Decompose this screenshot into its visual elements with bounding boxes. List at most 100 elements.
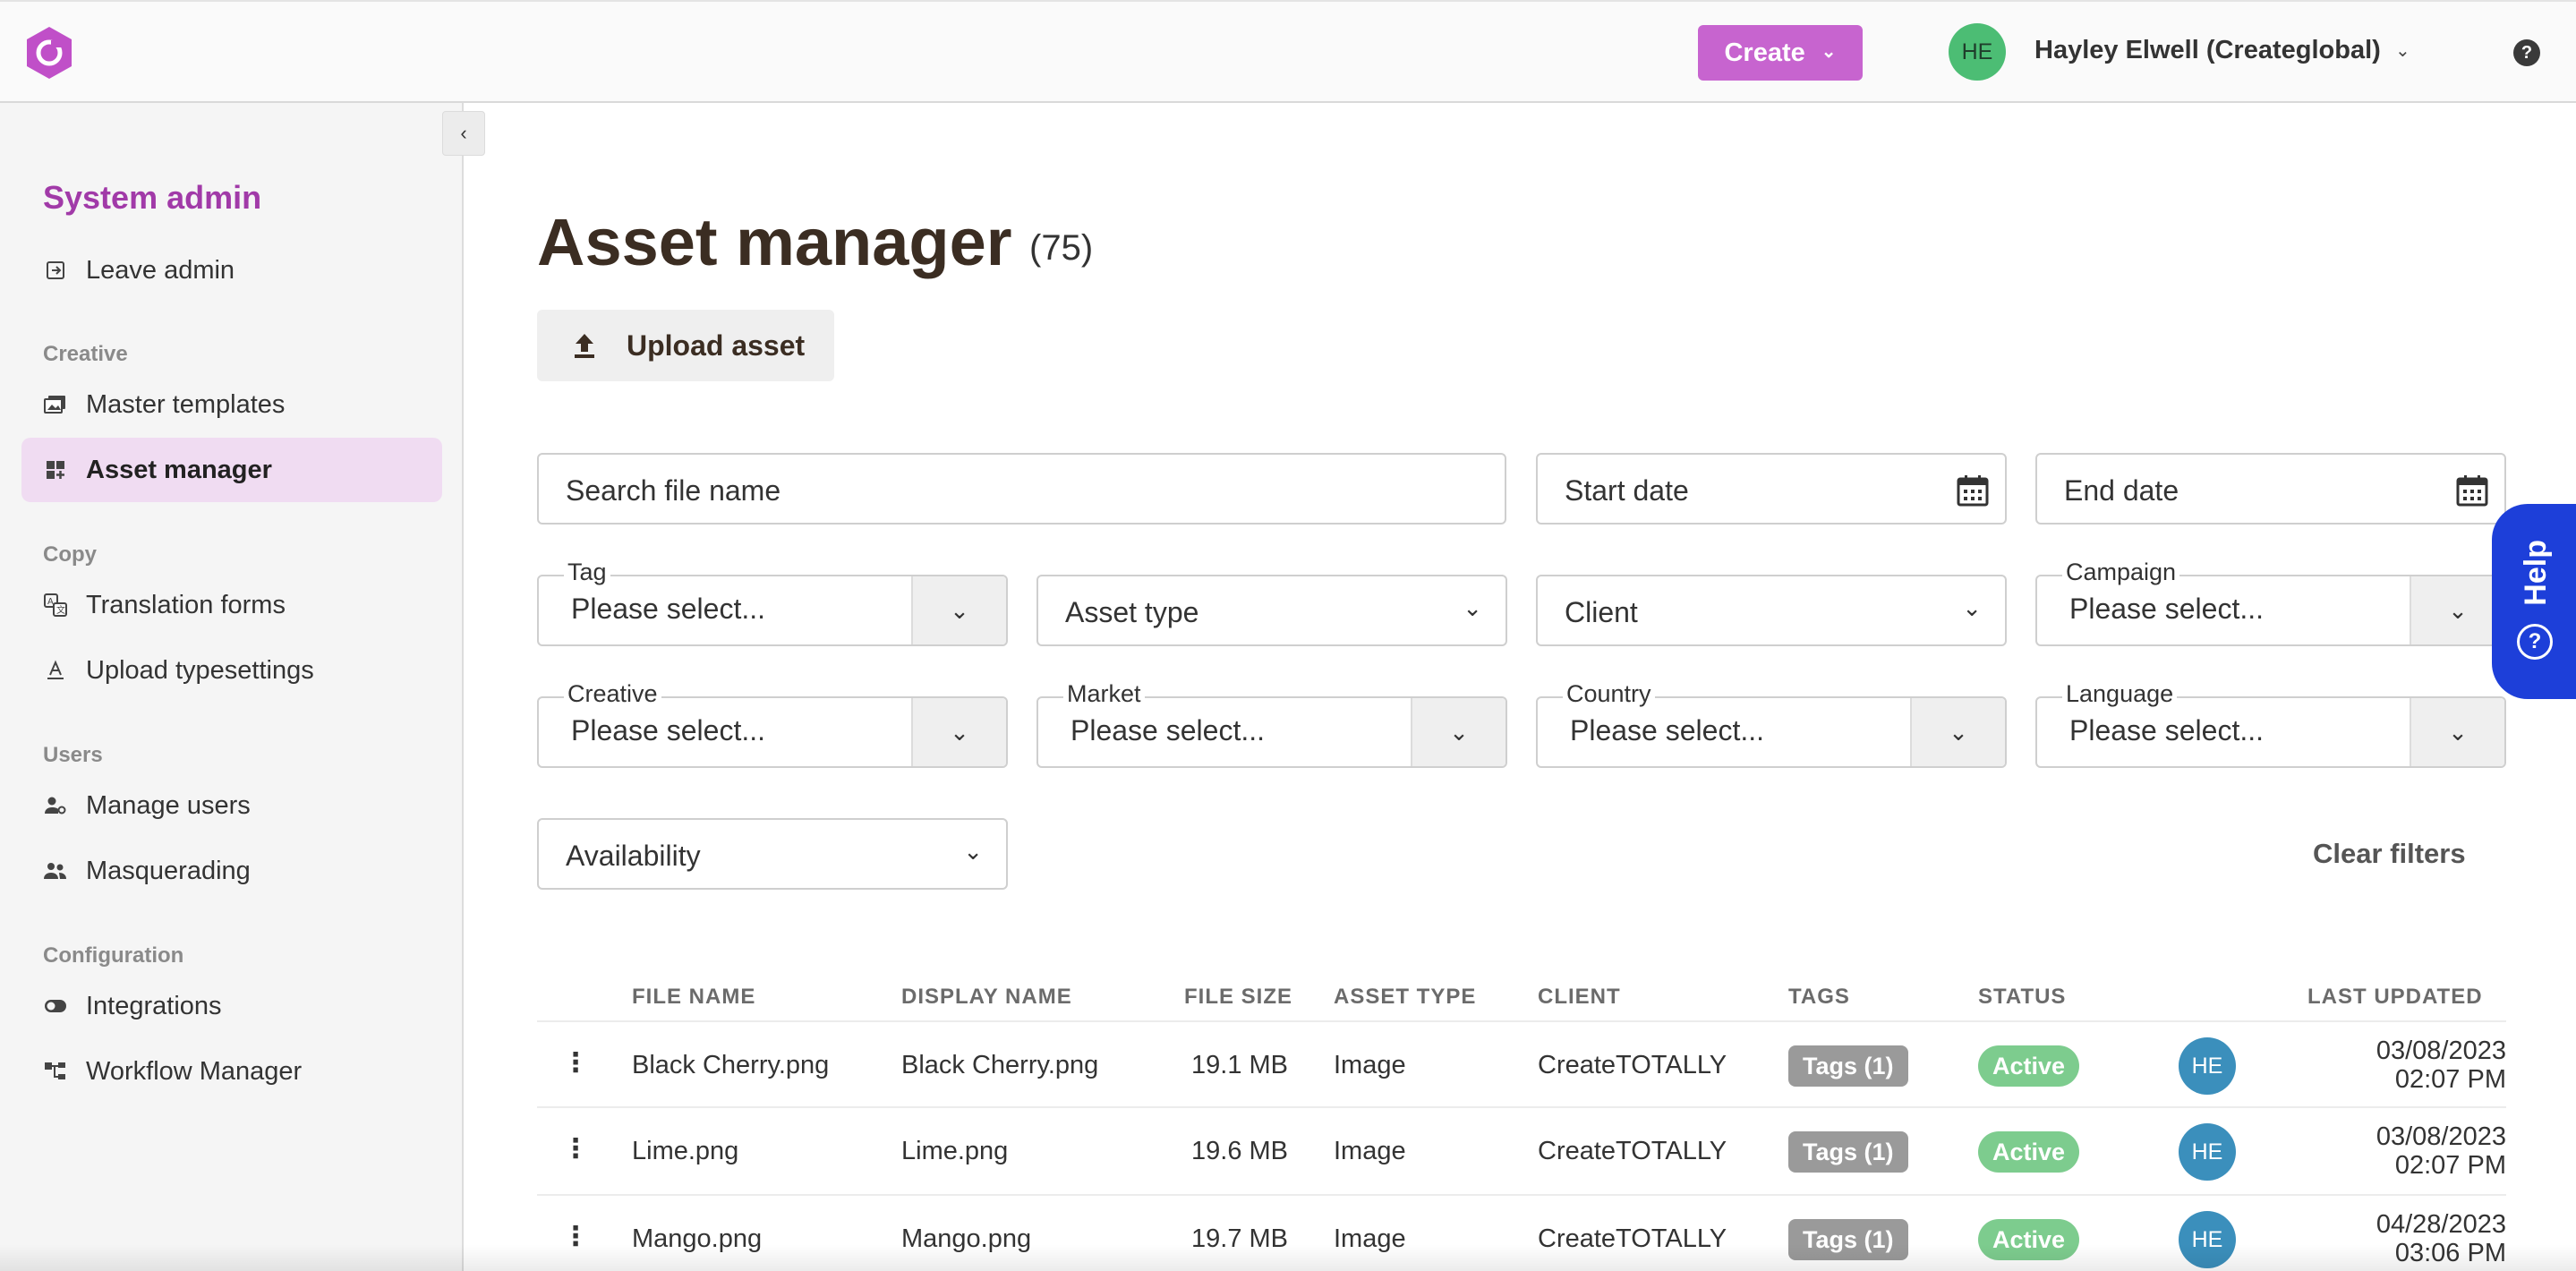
app-logo-icon[interactable] bbox=[21, 25, 77, 81]
tag-label: Tag bbox=[564, 559, 610, 586]
column-header-last-updated[interactable]: LAST UPDATED bbox=[2307, 985, 2483, 1010]
help-question-icon[interactable]: ? bbox=[2513, 39, 2540, 66]
sidebar-item-label: Upload typesettings bbox=[86, 655, 314, 685]
user-name[interactable]: Hayley Elwell (Createglobal) bbox=[2034, 36, 2381, 65]
availability-value: Availability bbox=[566, 840, 701, 872]
exit-icon bbox=[43, 258, 68, 283]
client: CreateTOTALLY bbox=[1538, 1051, 1727, 1079]
sidebar-item-label: Asset manager bbox=[86, 455, 272, 484]
last-updated-time: 02:07 PM bbox=[2394, 1065, 2506, 1094]
chevron-down-icon: ⌄ bbox=[963, 838, 983, 865]
file-name: Black Cherry.png bbox=[632, 1051, 830, 1079]
sidebar-item-master-templates[interactable]: Master templates bbox=[21, 372, 442, 437]
sidebar-item-integrations[interactable]: Integrations bbox=[21, 974, 442, 1038]
chevron-down-icon[interactable]: ⌄ bbox=[2410, 698, 2504, 766]
sidebar-item-workflow-manager[interactable]: Workflow Manager bbox=[21, 1039, 442, 1104]
user-avatar[interactable]: HE bbox=[1949, 23, 2006, 81]
tag-select[interactable]: Tag Please select... ⌄ bbox=[537, 559, 1008, 646]
column-header-file-name[interactable]: FILE NAME bbox=[632, 985, 755, 1010]
chevron-down-icon: ⌄ bbox=[1962, 594, 1982, 621]
creative-select-value: Please select... bbox=[571, 714, 765, 746]
chevron-down-icon: ⌄ bbox=[1821, 41, 1837, 62]
end-date-input[interactable]: End date bbox=[2035, 453, 2506, 525]
sidebar-item-label: Integrations bbox=[86, 991, 222, 1020]
images-icon bbox=[43, 392, 68, 417]
calendar-icon[interactable] bbox=[2454, 473, 2490, 508]
avatar: HE bbox=[2179, 1123, 2236, 1181]
client-value: Client bbox=[1565, 596, 1638, 628]
create-button[interactable]: Create ⌄ bbox=[1698, 25, 1863, 81]
asset-type-value: Asset type bbox=[1065, 596, 1199, 628]
start-date-input[interactable]: Start date bbox=[1536, 453, 2007, 525]
language-select[interactable]: Language Please select... ⌄ bbox=[2035, 680, 2506, 768]
top-bar: Create ⌄ HE Hayley Elwell (Createglobal)… bbox=[0, 0, 2576, 103]
tag-select-value: Please select... bbox=[571, 593, 765, 625]
display-name: Lime.png bbox=[901, 1137, 1009, 1165]
creative-select[interactable]: Creative Please select... ⌄ bbox=[537, 680, 1008, 768]
column-header-display-name[interactable]: DISPLAY NAME bbox=[901, 985, 1072, 1010]
svg-text:A: A bbox=[47, 597, 54, 607]
chevron-down-icon[interactable]: ⌄ bbox=[911, 698, 1006, 766]
sidebar-item-manage-users[interactable]: Manage users bbox=[21, 773, 442, 838]
sidebar-item-label: Masquerading bbox=[86, 856, 251, 885]
page-title: Asset manager bbox=[537, 205, 1012, 279]
market-select-value: Please select... bbox=[1070, 714, 1265, 746]
campaign-label: Campaign bbox=[2062, 559, 2180, 586]
sidebar-item-label: Translation forms bbox=[86, 590, 286, 619]
search-file-name-input[interactable]: Search file name bbox=[537, 453, 1506, 525]
column-header-tags[interactable]: TAGS bbox=[1788, 985, 1850, 1010]
sidebar-item-upload-typesettings[interactable]: Upload typesettings bbox=[21, 638, 442, 703]
chevron-down-icon[interactable]: ⌄ bbox=[911, 576, 1006, 644]
tags-badge[interactable]: Tags (1) bbox=[1788, 1045, 1908, 1087]
help-tab[interactable]: Help ? bbox=[2492, 504, 2576, 699]
country-select[interactable]: Country Please select... ⌄ bbox=[1536, 680, 2007, 768]
chevron-down-icon[interactable]: ⌄ bbox=[2410, 576, 2504, 644]
chevron-down-icon[interactable]: ⌄ bbox=[1411, 698, 1506, 766]
help-question-icon: ? bbox=[2517, 624, 2553, 660]
sidebar-item-leave-admin[interactable]: Leave admin bbox=[21, 238, 442, 303]
availability-select[interactable]: Availability ⌄ bbox=[537, 818, 1008, 890]
status-badge: Active bbox=[1978, 1131, 2080, 1173]
sidebar-item-translation-forms[interactable]: A文 Translation forms bbox=[21, 573, 442, 637]
manage-accounts-icon bbox=[43, 793, 68, 818]
more-vert-icon[interactable]: ⋮ bbox=[562, 1133, 589, 1164]
sidebar-item-label: Leave admin bbox=[86, 255, 235, 285]
file-size: 19.6 MB bbox=[1191, 1137, 1288, 1165]
text-format-icon bbox=[43, 658, 68, 683]
sidebar-item-masquerading[interactable]: Masquerading bbox=[21, 839, 442, 903]
svg-text:文: 文 bbox=[56, 604, 65, 616]
country-select-value: Please select... bbox=[1570, 714, 1764, 746]
campaign-select-value: Please select... bbox=[2069, 593, 2264, 625]
search-placeholder: Search file name bbox=[566, 474, 781, 507]
upload-asset-label: Upload asset bbox=[627, 328, 806, 362]
tags-badge[interactable]: Tags (1) bbox=[1788, 1131, 1908, 1173]
calendar-icon[interactable] bbox=[1955, 473, 1991, 508]
collapse-sidebar-chevron-left-icon[interactable]: ‹ bbox=[442, 111, 485, 156]
table-row[interactable]: ⋮ Black Cherry.png Black Cherry.png 19.1… bbox=[537, 1020, 2506, 1108]
last-updated-time: 02:07 PM bbox=[2394, 1151, 2506, 1180]
file-size: 19.1 MB bbox=[1191, 1051, 1288, 1079]
translate-icon: A文 bbox=[43, 593, 68, 618]
upload-asset-button[interactable]: Upload asset bbox=[537, 310, 834, 381]
end-date-placeholder: End date bbox=[2064, 474, 2179, 507]
clear-filters-button[interactable]: Clear filters bbox=[2313, 838, 2466, 870]
column-header-file-size[interactable]: FILE SIZE bbox=[1184, 985, 1292, 1010]
table-row[interactable]: ⋮ Lime.png Lime.png 19.6 MB Image Create… bbox=[537, 1108, 2506, 1196]
column-header-status[interactable]: STATUS bbox=[1978, 985, 2066, 1010]
column-header-client[interactable]: CLIENT bbox=[1538, 985, 1621, 1010]
sidebar-item-asset-manager[interactable]: Asset manager bbox=[21, 438, 442, 502]
client-select[interactable]: Client ⌄ bbox=[1536, 575, 2007, 646]
more-vert-icon[interactable]: ⋮ bbox=[562, 1047, 589, 1079]
chevron-down-icon[interactable]: ⌄ bbox=[1910, 698, 2005, 766]
sidebar-item-label: Workflow Manager bbox=[86, 1056, 303, 1086]
asset-type-select[interactable]: Asset type ⌄ bbox=[1036, 575, 1507, 646]
user-menu-chevron-down-icon[interactable]: ⌄ bbox=[2395, 39, 2410, 62]
create-button-label: Create bbox=[1724, 38, 1805, 67]
section-label-copy: Copy bbox=[43, 542, 97, 567]
column-header-asset-type[interactable]: ASSET TYPE bbox=[1334, 985, 1476, 1010]
language-label: Language bbox=[2062, 680, 2178, 708]
asset-count: (75) bbox=[1029, 228, 1094, 268]
campaign-select[interactable]: Campaign Please select... ⌄ bbox=[2035, 559, 2506, 646]
market-select[interactable]: Market Please select... ⌄ bbox=[1036, 680, 1507, 768]
last-updated-date: 03/08/2023 bbox=[2376, 1036, 2506, 1065]
